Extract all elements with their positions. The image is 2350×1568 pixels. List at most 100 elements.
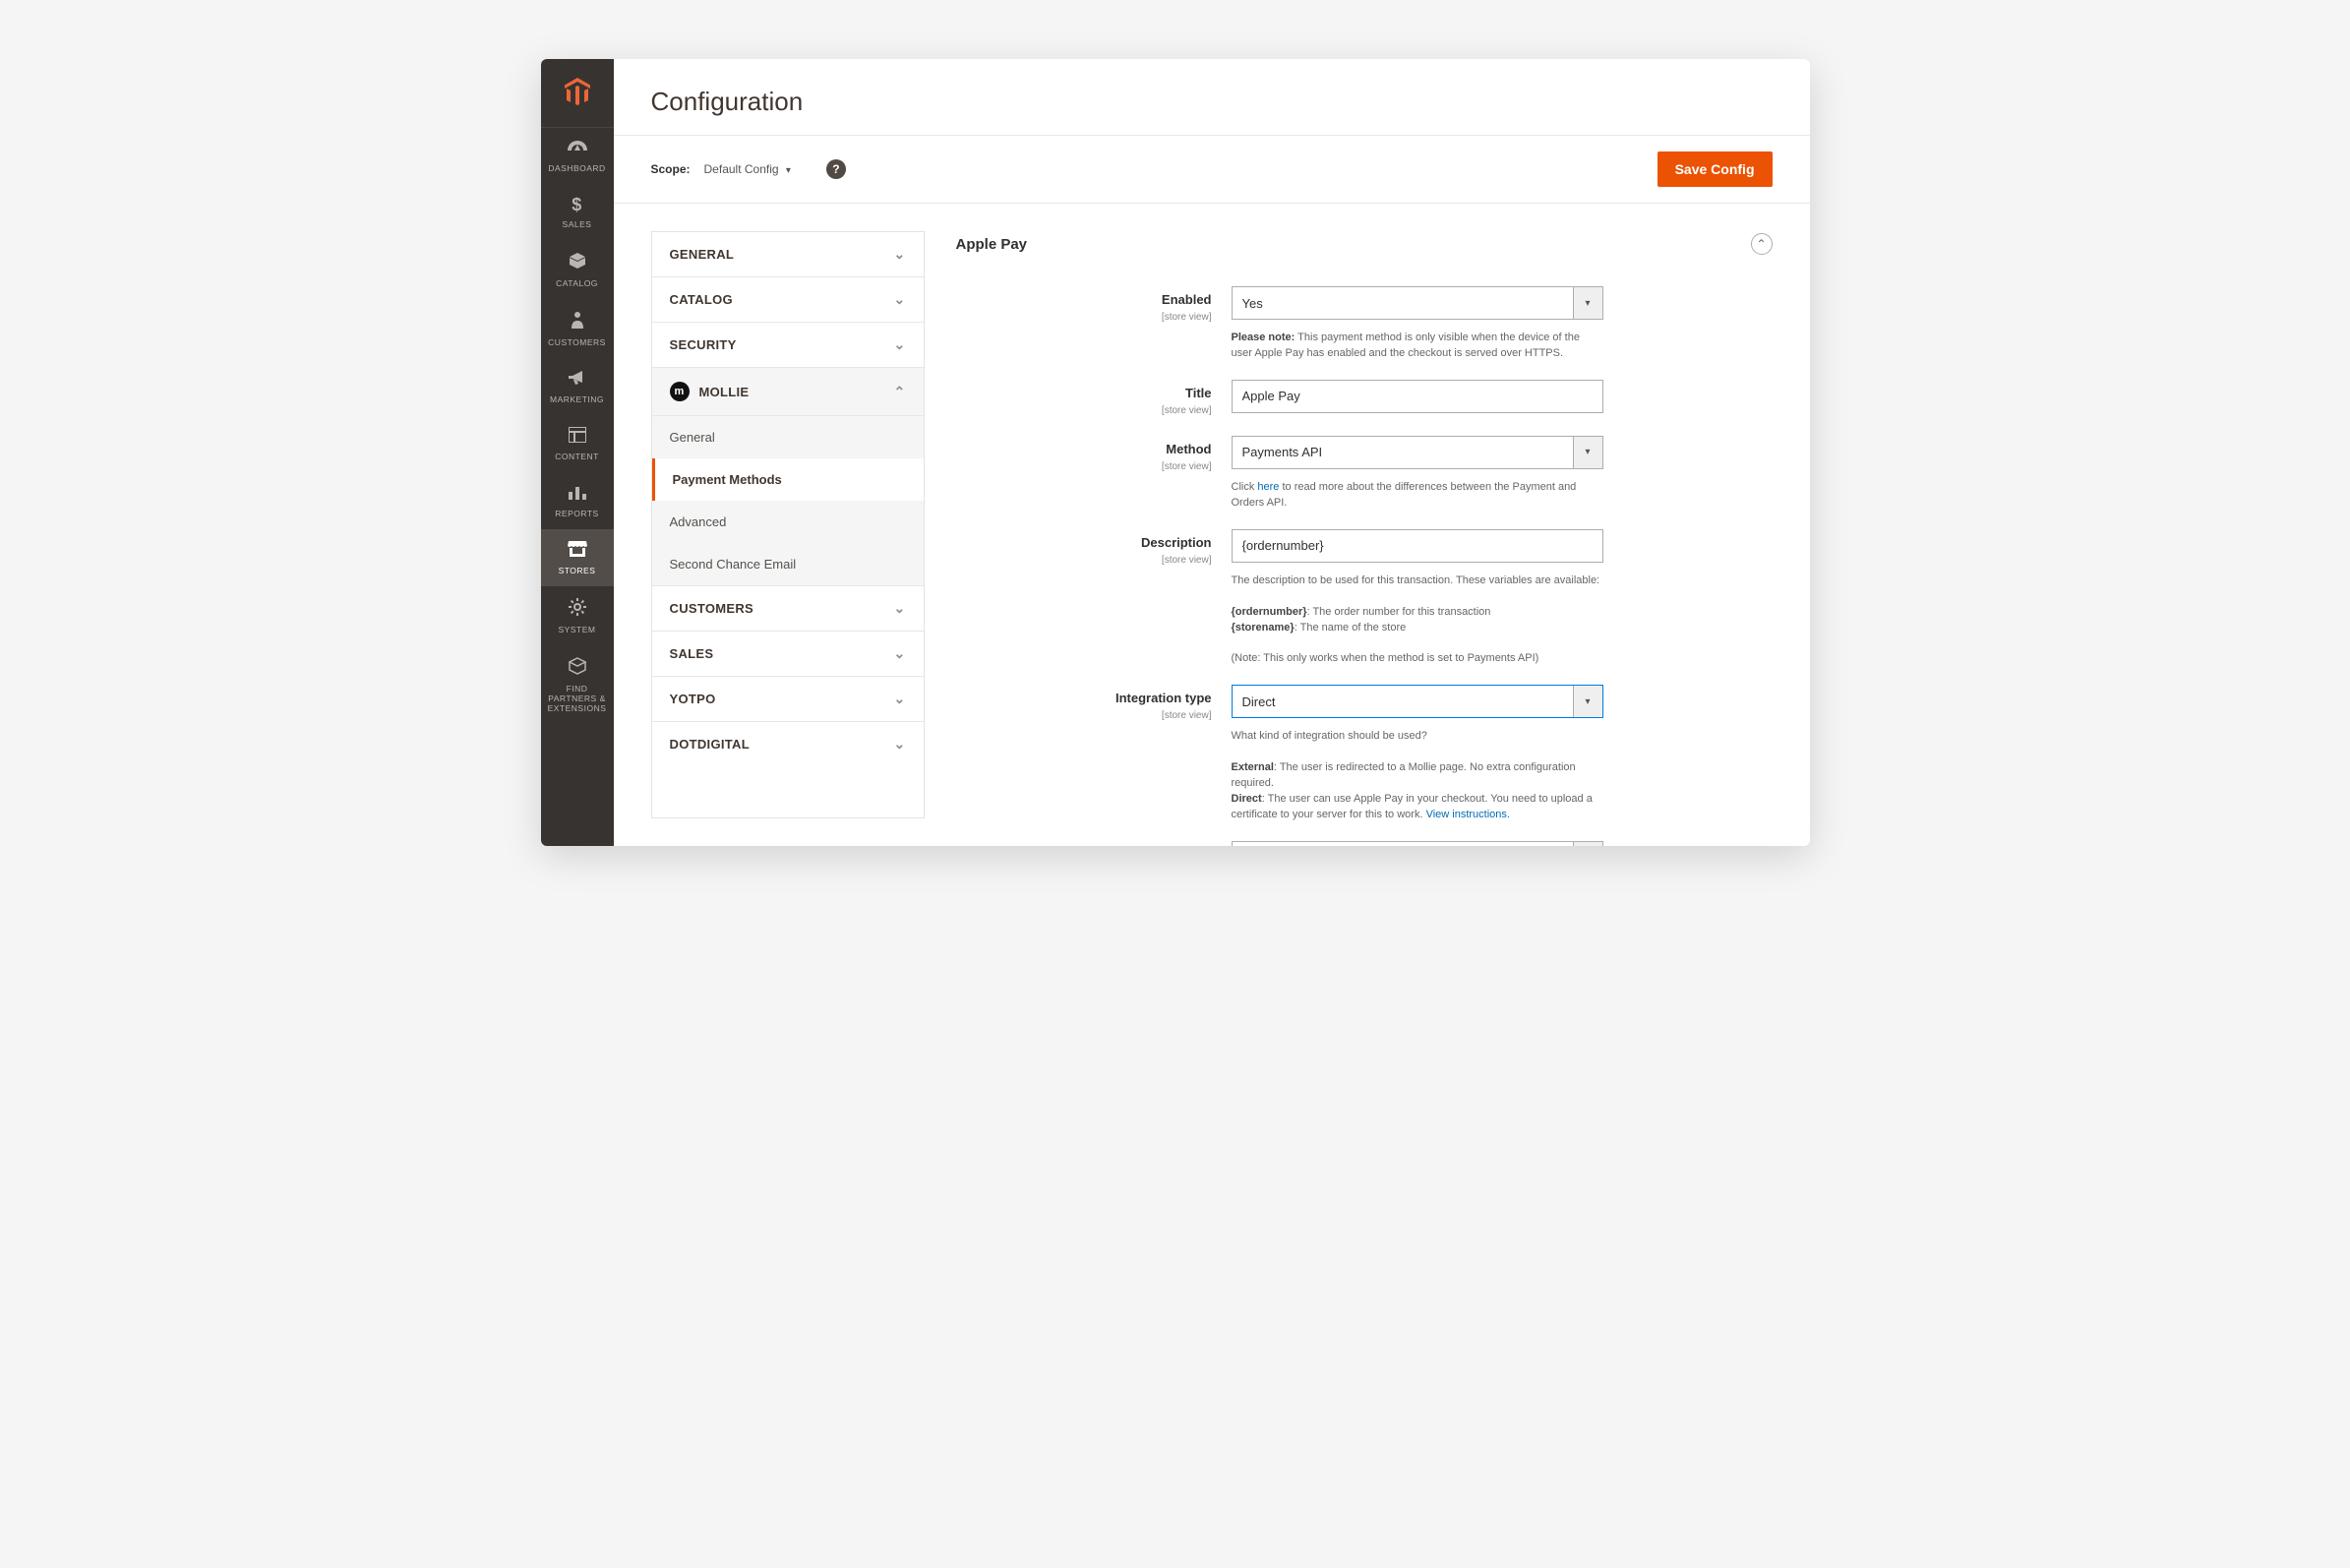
select-value: Direct: [1242, 694, 1276, 709]
sidebar-item-marketing[interactable]: MARKETING: [541, 358, 614, 415]
sidebar-item-stores[interactable]: STORES: [541, 529, 614, 586]
mollie-logo-icon: m: [670, 382, 690, 401]
gauge-icon: [568, 140, 587, 157]
sidebar-label: FIND PARTNERS & EXTENSIONS: [545, 684, 610, 714]
config-sub-general[interactable]: General: [652, 416, 924, 458]
view-instructions-link[interactable]: View instructions.: [1426, 809, 1510, 820]
note-key: Direct: [1232, 793, 1262, 805]
method-select[interactable]: Payments API ▾: [1232, 436, 1603, 469]
chevron-down-icon: ⌄: [893, 291, 905, 308]
config-sub-payment-methods[interactable]: Payment Methods: [652, 458, 924, 501]
cube-icon: [569, 252, 586, 272]
note-var-key: {storename}: [1232, 622, 1295, 633]
caret-down-icon: ▾: [1573, 437, 1602, 468]
scope-label: Scope:: [651, 162, 691, 176]
method-note-link[interactable]: here: [1257, 481, 1279, 493]
sidebar-label: DASHBOARD: [548, 163, 605, 173]
note-text: Click: [1232, 481, 1258, 493]
config-nav-label: DOTDIGITAL: [670, 737, 750, 752]
admin-window: DASHBOARD $ SALES CATALOG CUSTOMERS MARK…: [541, 59, 1810, 846]
partners-icon: [569, 657, 586, 678]
sidebar-item-reports[interactable]: REPORTS: [541, 472, 614, 529]
note-text: : The user can use Apple Pay in your che…: [1232, 793, 1593, 820]
enabled-note: Please note: This payment method is only…: [1232, 331, 1603, 362]
config-nav-mollie-sub: General Payment Methods Advanced Second …: [652, 416, 924, 586]
config-nav-customers[interactable]: CUSTOMERS ⌄: [652, 586, 924, 632]
sidebar-label: CATALOG: [556, 278, 598, 288]
sidebar-item-catalog[interactable]: CATALOG: [541, 240, 614, 299]
title-input[interactable]: [1232, 380, 1603, 413]
chevron-down-icon: ⌄: [893, 736, 905, 753]
note-text: What kind of integration should be used?: [1232, 729, 1603, 745]
scope-switcher[interactable]: Default Config ▾: [704, 158, 809, 180]
magento-logo[interactable]: [541, 59, 614, 128]
field-description: Description [store view]: [956, 529, 1773, 568]
config-nav-mollie[interactable]: m MOLLIE ⌃: [652, 368, 924, 416]
admin-sidebar: DASHBOARD $ SALES CATALOG CUSTOMERS MARK…: [541, 59, 614, 846]
config-nav-label: SECURITY: [670, 337, 737, 352]
integration-type-select[interactable]: Direct ▾: [1232, 685, 1603, 718]
main-content: Configuration Scope: Default Config ▾ ? …: [614, 59, 1810, 846]
field-enabled: Enabled [store view] Yes ▾: [956, 286, 1773, 325]
config-nav-dotdigital[interactable]: DOTDIGITAL ⌄: [652, 722, 924, 766]
config-nav-label: SALES: [670, 646, 714, 661]
field-title: Title [store view]: [956, 380, 1773, 418]
collapse-icon[interactable]: ⌃: [1751, 233, 1773, 255]
field-label: Integration type: [956, 691, 1212, 705]
save-config-button[interactable]: Save Config: [1657, 151, 1773, 187]
sidebar-item-dashboard[interactable]: DASHBOARD: [541, 128, 614, 184]
chevron-down-icon: ⌄: [893, 645, 905, 662]
applicable-countries-select[interactable]: All Allowed Countries ▾: [1232, 841, 1603, 846]
page-title: Configuration: [651, 87, 1773, 117]
config-nav: GENERAL ⌄ CATALOG ⌄ SECURITY ⌄ m MOLLIE: [651, 231, 925, 818]
config-nav-security[interactable]: SECURITY ⌄: [652, 323, 924, 368]
field-label: Enabled: [956, 292, 1212, 307]
caret-down-icon: ▾: [1573, 686, 1602, 717]
scope-value: Default Config: [704, 162, 779, 176]
sidebar-item-customers[interactable]: CUSTOMERS: [541, 299, 614, 358]
sidebar-label: MARKETING: [550, 394, 604, 404]
megaphone-icon: [569, 370, 586, 389]
gear-icon: [569, 598, 586, 619]
field-hint: [store view]: [1162, 312, 1212, 323]
sidebar-label: STORES: [559, 566, 596, 575]
select-value: Payments API: [1242, 445, 1323, 459]
note-text: to read more about the differences betwe…: [1232, 481, 1577, 509]
sidebar-label: CUSTOMERS: [548, 337, 606, 347]
config-nav-catalog[interactable]: CATALOG ⌄: [652, 277, 924, 323]
chevron-up-icon: ⌃: [893, 384, 905, 400]
sidebar-item-content[interactable]: CONTENT: [541, 415, 614, 472]
field-label: Description: [956, 535, 1212, 550]
field-hint: [store view]: [1162, 405, 1212, 416]
sidebar-item-system[interactable]: SYSTEM: [541, 586, 614, 645]
dollar-icon: $: [572, 196, 582, 213]
sidebar-item-sales[interactable]: $ SALES: [541, 184, 614, 240]
form-panel: Apple Pay ⌃ Enabled [store view] Yes ▾: [925, 231, 1773, 818]
note-text: : The name of the store: [1295, 622, 1407, 633]
section-header[interactable]: Apple Pay ⌃: [956, 231, 1773, 286]
config-nav-yotpo[interactable]: YOTPO ⌄: [652, 677, 924, 722]
person-icon: [571, 311, 584, 332]
chevron-down-icon: ⌄: [893, 600, 905, 617]
sidebar-item-partners[interactable]: FIND PARTNERS & EXTENSIONS: [541, 645, 614, 725]
sidebar-label: SALES: [563, 219, 592, 229]
config-nav-label: CATALOG: [670, 292, 733, 307]
caret-down-icon: ▾: [1573, 287, 1602, 319]
config-nav-general[interactable]: GENERAL ⌄: [652, 232, 924, 277]
caret-down-icon: ▾: [786, 165, 791, 176]
config-nav-label: GENERAL: [670, 247, 735, 262]
field-method: Method [store view] Payments API ▾: [956, 436, 1773, 474]
field-hint: [store view]: [1162, 710, 1212, 721]
enabled-select[interactable]: Yes ▾: [1232, 286, 1603, 320]
toolbar: Scope: Default Config ▾ ? Save Config: [614, 136, 1810, 204]
page-title-row: Configuration: [614, 59, 1810, 136]
config-sub-second-chance[interactable]: Second Chance Email: [652, 543, 924, 585]
field-applicable-countries: Payment from Applicable Countries [store…: [956, 841, 1773, 846]
config-nav-sales[interactable]: SALES ⌄: [652, 632, 924, 677]
note-text: (Note: This only works when the method i…: [1232, 651, 1603, 667]
description-input[interactable]: [1232, 529, 1603, 563]
note-key: External: [1232, 761, 1274, 773]
note-text: : The user is redirected to a Mollie pag…: [1232, 761, 1576, 789]
help-icon[interactable]: ?: [826, 159, 846, 179]
config-sub-advanced[interactable]: Advanced: [652, 501, 924, 543]
